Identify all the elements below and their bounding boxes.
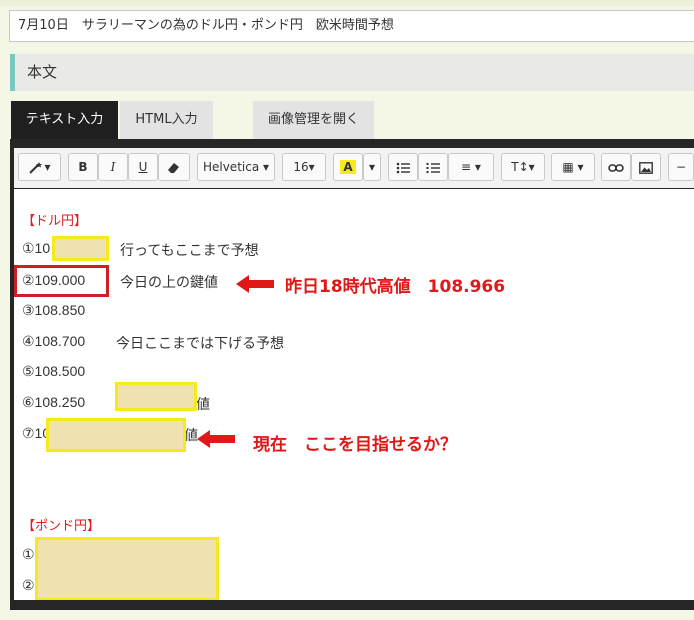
line-2-text: 今日の上の鍵値 xyxy=(120,274,218,290)
line-6-text: 値 xyxy=(196,396,210,412)
numbered-list-button[interactable] xyxy=(418,153,448,181)
align-select[interactable]: ≡ ▾ xyxy=(448,153,494,181)
line-3-prefix: ③108.850 xyxy=(22,302,86,318)
font-family-select[interactable]: Helvetica ▾ xyxy=(197,153,275,181)
pound-line-1: ① xyxy=(22,546,35,562)
magic-wand-icon xyxy=(29,161,43,174)
dollar-yen-heading: 【ドル円】 xyxy=(22,213,88,228)
color-a-icon: A xyxy=(340,160,356,174)
text-color-dropdown[interactable]: ▾ xyxy=(363,153,381,181)
text-height-button[interactable]: T↕▾ xyxy=(501,153,545,181)
bullet-list-button[interactable] xyxy=(388,153,418,181)
link-icon xyxy=(608,163,624,172)
bold-button[interactable]: B xyxy=(68,153,98,181)
italic-button[interactable]: I xyxy=(98,153,128,181)
highlight-box xyxy=(46,418,186,452)
annotation-note-1: 昨日18時代高値 108.966 xyxy=(285,277,506,297)
line-4-prefix: ④108.700 xyxy=(22,333,86,349)
highlight-box xyxy=(115,382,197,411)
annotation-note-2: 現在 ここを目指せるか？ xyxy=(253,435,457,455)
line-1-prefix: ①10 xyxy=(22,240,51,256)
image-icon xyxy=(639,161,653,174)
horizontal-rule-button[interactable]: − xyxy=(668,153,694,181)
red-arrow-icon xyxy=(197,430,235,448)
font-size-select[interactable]: 16▾ xyxy=(282,153,326,181)
text-color-button[interactable]: A xyxy=(333,153,363,181)
bullet-list-icon xyxy=(396,162,410,173)
pound-line-2: ② xyxy=(22,577,35,593)
line-1-text: 行ってもここまで予想 xyxy=(120,242,259,258)
red-arrow-icon xyxy=(236,275,274,293)
highlight-box xyxy=(35,537,219,601)
line-6-prefix: ⑥108.250 xyxy=(22,394,86,410)
link-button[interactable] xyxy=(601,153,631,181)
red-frame-box xyxy=(14,265,109,297)
image-insert-button[interactable] xyxy=(631,153,661,181)
magic-wand-button[interactable]: ▾ xyxy=(18,153,61,181)
line-5-prefix: ⑤108.500 xyxy=(22,363,86,379)
tab-html-input[interactable]: HTML入力 xyxy=(120,101,213,139)
line-4-text: 今日ここまでは下げる予想 xyxy=(116,335,284,351)
highlight-box xyxy=(52,236,109,261)
underline-button[interactable]: U xyxy=(128,153,158,181)
numbered-list-icon xyxy=(426,162,440,173)
magic-dropdown-caret: ▾ xyxy=(44,160,51,174)
title-input[interactable]: 7月10日 サラリーマンの為のドル円・ポンド円 欧米時間予想 xyxy=(9,10,694,42)
section-heading-body: 本文 xyxy=(10,54,694,91)
eraser-icon xyxy=(168,162,179,173)
editor-bottom-bar xyxy=(10,600,694,610)
top-strip xyxy=(0,0,694,6)
tab-text-input[interactable]: テキスト入力 xyxy=(11,101,118,139)
table-insert-button[interactable]: ▦ ▾ xyxy=(551,153,595,181)
pound-yen-heading: 【ポンド円】 xyxy=(22,518,101,533)
eraser-button[interactable] xyxy=(158,153,190,181)
tab-image-manager[interactable]: 画像管理を開く xyxy=(253,101,374,139)
